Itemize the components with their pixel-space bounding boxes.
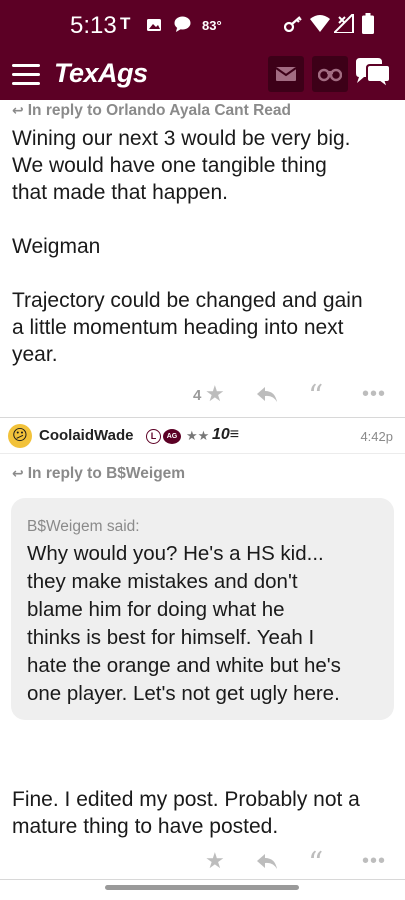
rank-badge: 10≡ bbox=[212, 426, 240, 443]
status-time: 5:13 bbox=[70, 12, 117, 39]
brand-logo[interactable]: TexAgs bbox=[54, 58, 148, 89]
app-header: 5:13 T 83° TexAgs bbox=[0, 0, 405, 100]
post-line: mature thing to have posted. bbox=[12, 815, 279, 838]
gesture-bar[interactable] bbox=[105, 885, 299, 890]
post-line bbox=[12, 260, 397, 287]
author-name[interactable]: CoolaidWade bbox=[39, 427, 133, 444]
post-line: a little momentum heading into next bbox=[12, 316, 344, 339]
signal-icon bbox=[331, 11, 354, 38]
author-divider bbox=[0, 453, 405, 454]
quote-line: thinks is best for himself. Yeah I bbox=[27, 626, 315, 649]
post-line: We would have one tangible thing bbox=[12, 154, 327, 177]
t-mobile-icon: T bbox=[120, 14, 131, 33]
post-line: Fine. I edited my post. Probably not a bbox=[12, 788, 360, 811]
reply-reference-text: In reply to Orlando Ayala Cant Read bbox=[27, 102, 291, 119]
quote-line: Why would you? He's a HS kid... bbox=[27, 542, 324, 565]
menu-icon[interactable] bbox=[12, 64, 40, 86]
post-actions: 4 ★ “ ••• bbox=[0, 379, 405, 414]
image-icon bbox=[146, 17, 162, 37]
post-body: Wining our next 3 would be very big. We … bbox=[12, 125, 397, 368]
lifetime-badge: L bbox=[146, 429, 161, 444]
reply-reference[interactable]: ↩ In reply to B$Weigem bbox=[12, 465, 185, 483]
reply-reference[interactable]: ↩ In reply to Orlando Ayala Cant Read bbox=[12, 102, 291, 120]
star-icon[interactable]: ★ bbox=[205, 381, 225, 407]
more-icon[interactable]: ••• bbox=[362, 383, 386, 406]
more-icon[interactable]: ••• bbox=[362, 850, 386, 873]
post-line: Wining our next 3 would be very big. bbox=[12, 127, 351, 150]
temperature: 83° bbox=[202, 18, 222, 33]
quote-body: Why would you? He's a HS kid... they mak… bbox=[27, 540, 382, 708]
post-line: Trajectory could be changed and gain bbox=[12, 289, 363, 312]
reply-arrow-icon: ↩ bbox=[12, 465, 24, 481]
star-icon[interactable]: ★ bbox=[205, 848, 225, 874]
chat-bubbles-icon[interactable] bbox=[352, 56, 394, 92]
post-line bbox=[12, 206, 397, 233]
watch-button[interactable] bbox=[312, 56, 348, 92]
binoculars-icon bbox=[317, 68, 343, 82]
status-bar: 5:13 T 83° bbox=[0, 0, 405, 52]
reply-icon[interactable] bbox=[256, 381, 278, 410]
post-author-row: 😕 CoolaidWade L AG ★★ 10≡ 4:42p bbox=[0, 421, 405, 451]
quote-line: blame him for doing what he bbox=[27, 598, 285, 621]
mail-button[interactable] bbox=[268, 56, 304, 92]
post-divider bbox=[0, 417, 405, 418]
reply-reference-text: In reply to B$Weigem bbox=[27, 465, 186, 482]
rank-stars: ★★ bbox=[186, 428, 210, 443]
post-actions: ★ “ ••• bbox=[0, 846, 405, 881]
quote-line: one player. Let's not get ugly here. bbox=[27, 682, 340, 705]
post-line: year. bbox=[12, 343, 58, 366]
quote-line: hate the orange and white but he's bbox=[27, 654, 341, 677]
post-line: Weigman bbox=[12, 235, 101, 258]
post-body: Fine. I edited my post. Probably not a m… bbox=[12, 786, 397, 840]
reply-arrow-icon: ↩ bbox=[12, 102, 24, 118]
quote-line: they make mistakes and don't bbox=[27, 570, 298, 593]
mail-icon bbox=[275, 67, 297, 81]
post-line: that made that happen. bbox=[12, 181, 228, 204]
ag-badge: AG bbox=[163, 429, 181, 444]
quote-header: B$Weigem said: bbox=[27, 518, 140, 535]
reply-icon[interactable] bbox=[256, 848, 278, 877]
wifi-icon bbox=[310, 15, 330, 37]
battery-icon bbox=[362, 13, 374, 39]
nav-bar: TexAgs bbox=[0, 52, 405, 100]
quote-block: B$Weigem said: Why would you? He's a HS … bbox=[11, 498, 394, 720]
chat-bubble-icon bbox=[174, 16, 191, 37]
key-icon bbox=[283, 16, 304, 37]
post-timestamp: 4:42p bbox=[360, 429, 393, 444]
post-divider bbox=[0, 879, 405, 880]
star-count: 4 bbox=[193, 387, 202, 404]
avatar[interactable]: 😕 bbox=[8, 424, 32, 448]
quote-icon[interactable]: “ bbox=[308, 379, 323, 414]
quote-icon[interactable]: “ bbox=[308, 846, 323, 881]
